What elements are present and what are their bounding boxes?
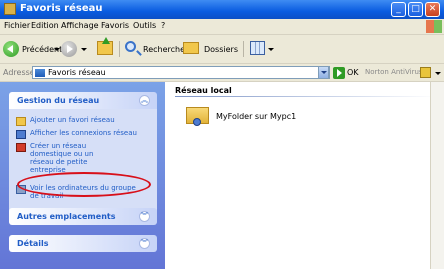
folders-button-label[interactable]: Dossiers bbox=[204, 45, 238, 54]
task-label[interactable]: Ajouter un favori réseau bbox=[30, 116, 152, 124]
other-places-group: Autres emplacements ︾ bbox=[9, 208, 157, 225]
network-tasks-title[interactable]: Gestion du réseau bbox=[17, 96, 99, 105]
network-connections-icon bbox=[16, 130, 26, 139]
section-title: Réseau local bbox=[175, 86, 232, 95]
expand-chevron-icon[interactable]: ︾ bbox=[139, 211, 150, 222]
address-label: Adresse bbox=[3, 68, 35, 77]
menu-favorites[interactable]: Favoris bbox=[101, 21, 129, 30]
menu-view[interactable]: Affichage bbox=[61, 21, 99, 30]
search-icon[interactable] bbox=[125, 41, 136, 52]
other-places-header[interactable]: Autres emplacements ︾ bbox=[9, 208, 157, 225]
home-network-icon bbox=[16, 143, 26, 152]
menu-file[interactable]: Fichier bbox=[4, 21, 30, 30]
details-title[interactable]: Détails bbox=[17, 239, 49, 248]
windows-logo-icon bbox=[426, 20, 442, 33]
content-area: Réseau local MyFolder sur Mypc1 bbox=[165, 82, 444, 269]
folders-icon[interactable] bbox=[183, 42, 199, 54]
norton-antivirus-label[interactable]: Norton AntiVirus bbox=[365, 68, 423, 76]
norton-dropdown-icon[interactable] bbox=[435, 72, 441, 75]
views-icon[interactable] bbox=[250, 41, 265, 55]
minimize-button[interactable]: _ bbox=[391, 2, 406, 17]
views-dropdown-icon[interactable] bbox=[268, 48, 274, 51]
menu-help[interactable]: ? bbox=[161, 21, 165, 30]
explorer-window: Favoris réseau _ □ ✕ Fichier Edition Aff… bbox=[0, 0, 444, 269]
close-button[interactable]: ✕ bbox=[425, 2, 440, 17]
maximize-button[interactable]: □ bbox=[408, 2, 423, 17]
back-icon[interactable] bbox=[3, 41, 19, 57]
toolbar-separator bbox=[243, 41, 244, 57]
task-label[interactable]: Créer un réseau domestique ou un réseau … bbox=[30, 142, 100, 174]
go-button-label[interactable]: OK bbox=[347, 68, 359, 77]
shared-folder-icon[interactable] bbox=[186, 107, 209, 126]
menu-tools[interactable]: Outils bbox=[133, 21, 156, 30]
details-header[interactable]: Détails ︾ bbox=[9, 235, 157, 252]
search-button-label[interactable]: Rechercher bbox=[143, 45, 188, 54]
back-dropdown-icon[interactable] bbox=[54, 48, 60, 51]
network-places-icon bbox=[4, 3, 16, 15]
menu-edit[interactable]: Edition bbox=[31, 21, 59, 30]
collapse-chevron-icon[interactable]: ︽ bbox=[139, 95, 150, 106]
address-dropdown-icon[interactable] bbox=[318, 66, 329, 79]
expand-chevron-icon[interactable]: ︾ bbox=[139, 238, 150, 249]
other-places-title[interactable]: Autres emplacements bbox=[17, 212, 115, 221]
forward-dropdown-icon[interactable] bbox=[81, 48, 87, 51]
add-network-place-icon bbox=[16, 117, 26, 126]
network-tasks-header[interactable]: Gestion du réseau ︽ bbox=[9, 92, 157, 109]
folder-up-icon[interactable] bbox=[97, 37, 113, 55]
highlight-ellipse bbox=[17, 172, 151, 197]
address-value[interactable]: Favoris réseau bbox=[48, 68, 106, 77]
menu-bar: Fichier Edition Affichage Favoris Outils… bbox=[0, 19, 444, 35]
forward-icon[interactable] bbox=[61, 41, 77, 57]
toolbar-separator bbox=[119, 41, 120, 57]
task-setup-home-network[interactable]: Créer un réseau domestique ou un réseau … bbox=[16, 142, 151, 174]
task-label[interactable]: Afficher les connexions réseau bbox=[30, 129, 152, 137]
task-add-network-place[interactable]: Ajouter un favori réseau bbox=[16, 116, 152, 126]
section-divider bbox=[175, 96, 437, 97]
details-group: Détails ︾ bbox=[9, 235, 157, 252]
network-places-icon bbox=[35, 69, 45, 77]
norton-icon[interactable] bbox=[420, 67, 431, 78]
vertical-scrollbar[interactable] bbox=[430, 82, 444, 269]
shared-folder-label[interactable]: MyFolder sur Mypc1 bbox=[216, 112, 296, 121]
window-title: Favoris réseau bbox=[20, 3, 103, 14]
address-field[interactable]: Favoris réseau bbox=[32, 66, 330, 79]
toolbar: Précédente Rechercher Dossiers bbox=[0, 35, 444, 64]
address-bar: Adresse Favoris réseau OK Norton AntiVir… bbox=[0, 64, 444, 82]
title-bar[interactable]: Favoris réseau _ □ ✕ bbox=[0, 0, 444, 19]
go-arrow-icon[interactable] bbox=[333, 67, 345, 79]
task-view-network-connections[interactable]: Afficher les connexions réseau bbox=[16, 129, 152, 139]
